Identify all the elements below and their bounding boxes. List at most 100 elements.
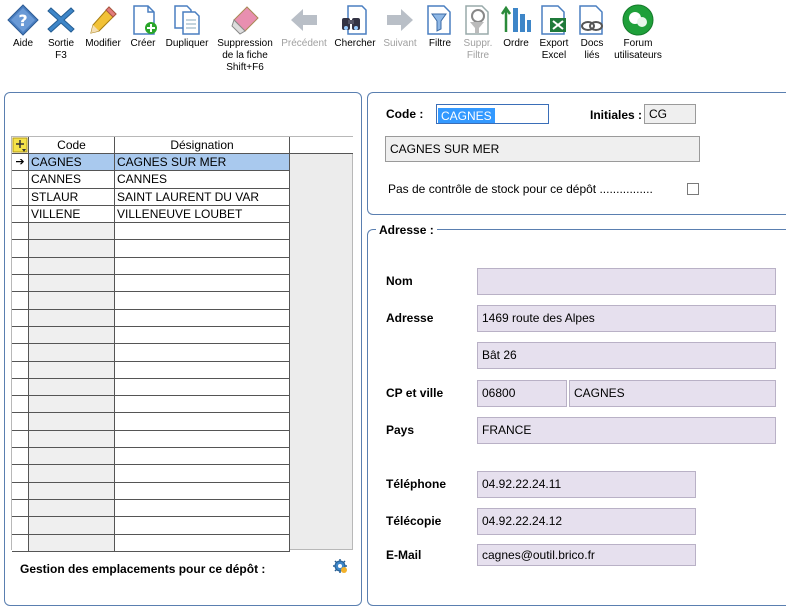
row-selector[interactable]	[12, 396, 29, 413]
empty-table-row[interactable]	[12, 448, 290, 466]
creer-button[interactable]: Créer	[128, 4, 158, 50]
adresse-line1-input[interactable]: 1469 route des Alpes	[477, 305, 776, 332]
ville-input[interactable]: CAGNES	[569, 380, 776, 407]
table-row[interactable]: STLAUR SAINT LAURENT DU VAR	[12, 188, 290, 206]
row-selector[interactable]	[12, 413, 29, 430]
cell-code[interactable]	[29, 448, 115, 465]
adresse-line2-input[interactable]: Bât 26	[477, 342, 776, 369]
cell-code[interactable]	[29, 378, 115, 396]
email-input[interactable]: cagnes@outil.brico.fr	[477, 544, 696, 566]
cell-designation[interactable]	[115, 275, 290, 292]
cell-code[interactable]	[29, 430, 115, 448]
cell-designation[interactable]	[115, 482, 290, 499]
chercher-button[interactable]: Chercher	[332, 4, 378, 50]
sortie-button[interactable]: Sortie F3	[44, 4, 78, 62]
row-selector[interactable]	[12, 517, 29, 534]
designation-input[interactable]: CAGNES SUR MER	[385, 136, 700, 162]
row-selector[interactable]	[12, 171, 29, 188]
table-row[interactable]: CANNES CANNES	[12, 171, 290, 189]
cell-code[interactable]: STLAUR	[29, 188, 115, 205]
suivant-button[interactable]: Suivant	[380, 4, 420, 50]
empty-table-row[interactable]	[12, 223, 290, 241]
cell-code[interactable]	[29, 275, 115, 292]
column-header-code[interactable]: Code	[29, 137, 115, 153]
modifier-button[interactable]: Modifier	[82, 4, 124, 50]
row-selector[interactable]	[12, 378, 29, 396]
empty-table-row[interactable]	[12, 534, 290, 552]
row-selector[interactable]	[12, 292, 29, 309]
cell-designation[interactable]	[115, 292, 290, 309]
cell-code[interactable]	[29, 240, 115, 257]
telecopie-input[interactable]: 04.92.22.24.12	[477, 508, 696, 535]
row-selector[interactable]	[12, 326, 29, 344]
empty-table-row[interactable]	[12, 326, 290, 345]
empty-table-row[interactable]	[12, 309, 290, 327]
stock-control-checkbox[interactable]	[687, 183, 699, 195]
cell-code[interactable]: CANNES	[29, 171, 115, 188]
row-selector[interactable]	[12, 430, 29, 448]
empty-table-row[interactable]	[12, 292, 290, 310]
cell-designation[interactable]	[115, 534, 290, 551]
cp-input[interactable]: 06800	[477, 380, 567, 407]
nom-input[interactable]	[477, 268, 776, 295]
empty-table-row[interactable]	[12, 257, 290, 276]
cell-designation[interactable]	[115, 257, 290, 275]
row-selector[interactable]	[12, 482, 29, 499]
empty-table-row[interactable]	[12, 344, 290, 362]
suppr-filtre-button[interactable]: Suppr. Filtre	[460, 4, 496, 62]
row-selector[interactable]	[12, 205, 29, 223]
empty-table-row[interactable]	[12, 413, 290, 431]
cell-designation[interactable]	[115, 413, 290, 430]
empty-table-row[interactable]	[12, 430, 290, 449]
row-selector[interactable]	[12, 223, 29, 240]
cell-designation[interactable]	[115, 396, 290, 413]
cell-code[interactable]	[29, 326, 115, 344]
empty-table-row[interactable]	[12, 482, 290, 500]
cell-designation[interactable]	[115, 499, 290, 517]
cell-designation[interactable]: CAGNES SUR MER	[115, 154, 290, 171]
aide-button[interactable]: ? Aide	[6, 4, 40, 50]
cell-code[interactable]	[29, 309, 115, 326]
filtre-button[interactable]: Filtre	[424, 4, 456, 50]
cell-code[interactable]	[29, 257, 115, 275]
row-selector[interactable]	[12, 275, 29, 292]
initiales-input[interactable]: CG	[644, 104, 696, 124]
cell-code[interactable]	[29, 292, 115, 309]
empty-table-row[interactable]	[12, 465, 290, 483]
gear-icon[interactable]	[332, 558, 348, 574]
export-excel-button[interactable]: Export Excel	[536, 4, 572, 62]
row-selector[interactable]	[12, 257, 29, 275]
row-selector[interactable]	[12, 499, 29, 517]
cell-code[interactable]	[29, 482, 115, 499]
dupliquer-button[interactable]: Dupliquer	[162, 4, 212, 50]
add-row-icon[interactable]	[12, 137, 29, 153]
cell-designation[interactable]	[115, 465, 290, 482]
suppression-button[interactable]: Suppression de la fiche Shift+F6	[214, 4, 276, 74]
cell-designation[interactable]	[115, 361, 290, 378]
code-input[interactable]: CAGNES	[436, 104, 549, 124]
cell-code[interactable]	[29, 396, 115, 413]
empty-table-row[interactable]	[12, 361, 290, 379]
empty-table-row[interactable]	[12, 275, 290, 293]
cell-designation[interactable]: SAINT LAURENT DU VAR	[115, 188, 290, 205]
cell-designation[interactable]	[115, 430, 290, 448]
cell-code[interactable]: VILLENE	[29, 205, 115, 223]
cell-code[interactable]: CAGNES	[29, 154, 115, 171]
cell-designation[interactable]: VILLENEUVE LOUBET	[115, 205, 290, 223]
cell-code[interactable]	[29, 534, 115, 551]
empty-table-row[interactable]	[12, 240, 290, 258]
row-selector[interactable]	[12, 465, 29, 482]
cell-designation[interactable]: CANNES	[115, 171, 290, 188]
cell-designation[interactable]	[115, 378, 290, 396]
docs-lies-button[interactable]: Docs liés	[576, 4, 608, 62]
cell-code[interactable]	[29, 517, 115, 534]
empty-table-row[interactable]	[12, 499, 290, 518]
cell-code[interactable]	[29, 344, 115, 361]
pays-input[interactable]: FRANCE	[477, 417, 776, 444]
cell-code[interactable]	[29, 223, 115, 240]
cell-code[interactable]	[29, 413, 115, 430]
row-selector[interactable]	[12, 534, 29, 551]
cell-designation[interactable]	[115, 309, 290, 326]
empty-table-row[interactable]	[12, 396, 290, 414]
cell-code[interactable]	[29, 465, 115, 482]
